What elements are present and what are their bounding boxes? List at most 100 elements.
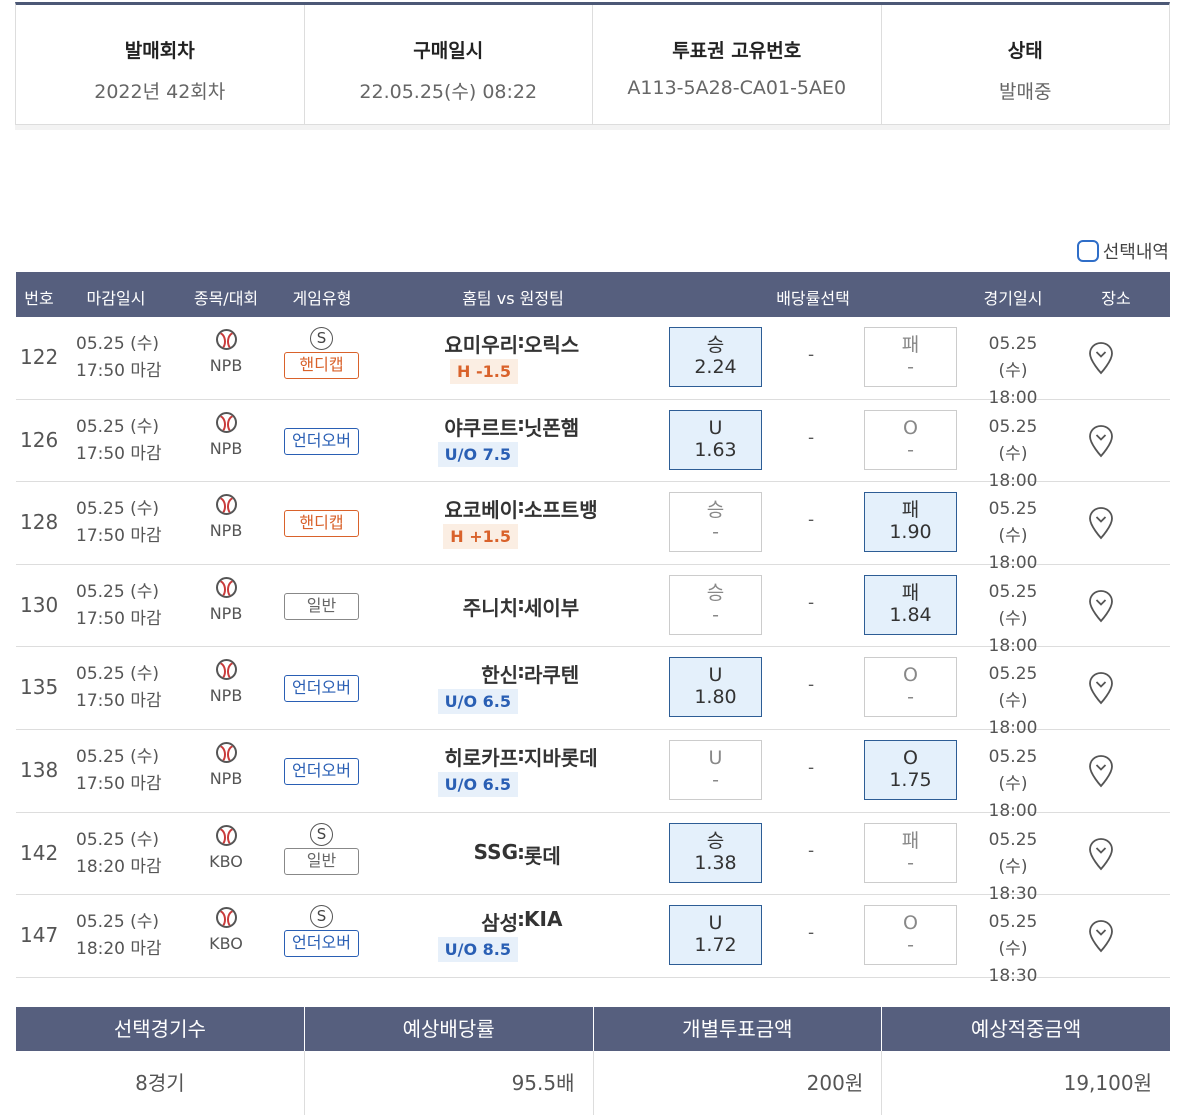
home-team: 히로카프 [444,745,518,770]
summary-body: 8경기 95.5배 200원 19,100원 [16,1051,1170,1115]
col-header-teams: 홈팀 vs 원정팀 [462,289,564,308]
league-label: NPB [209,356,243,375]
league-label: NPB [209,768,243,788]
odds-draw: - [808,840,815,861]
deadline-date: 05.25 (수) [76,499,159,520]
sport-league: NPB [204,576,248,623]
sport-league: NPB [204,741,248,788]
home-team: 야쿠르트 [444,415,518,440]
deadline-time: 17:50 마감 [76,608,162,629]
table-row: 126 05.25 (수) 17:50 마감 NPB 언더오버 야쿠르트: 닛폰햄 U/O 7… [16,400,1170,491]
league-label: NPB [209,603,243,623]
odds-left-button[interactable]: U 1.80 [669,657,762,718]
handicap-label: U/O 6.5 [437,771,518,797]
game-number: 135 [20,675,59,700]
game-number: 128 [20,510,59,535]
game-type-badge: 언더오버 [284,675,359,703]
away-team: 오릭스 [524,333,580,357]
deadline: 05.25 (수) 17:50 마감 [76,496,162,550]
away-team: 롯데 [524,843,561,868]
odds-left-label: 승 [706,829,725,852]
away-team: 닛폰햄 [524,415,580,440]
odds-left-button[interactable]: 승 1.38 [669,822,762,883]
odds-draw: - [808,592,815,613]
game-date: 05.25 (수) [988,829,1038,877]
map-pin-icon[interactable] [1088,671,1114,705]
game-type: 핸디캡 [284,492,359,538]
deadline-date: 05.25 (수) [76,829,159,850]
game-date: 05.25 (수) [988,581,1038,629]
odds-right-button[interactable]: O- [864,657,957,718]
summary-expected-odds: 95.5배 [305,1051,594,1115]
odds-left-label: 승 [706,581,725,604]
info-label: 구매일시 [413,40,484,62]
odds-right-button[interactable]: O 1.75 [864,739,957,800]
odds-right-value: - [907,686,914,709]
odds-left-button[interactable]: U 1.63 [669,409,762,470]
odds-right-value: - [907,934,914,957]
col-header-deadline: 마감일시 [86,289,146,308]
game-type: 언더오버 [284,410,359,455]
deadline-time: 18:20 마감 [76,856,162,877]
odds-right-button[interactable]: 패- [864,822,957,883]
odds-left-label: U [708,746,723,769]
odds-draw: - [808,675,815,696]
odds-left-value: - [712,521,719,544]
deadline: 05.25 (수) 18:20 마감 [76,909,162,963]
map-pin-icon[interactable] [1088,506,1114,540]
game-type-badge: 핸디캡 [284,510,359,538]
info-value: 2022년 42회차 [94,81,226,103]
table-row: 142 05.25 (수) 18:20 마감 KBO S 일반 SSG: 롯데 승 1.38- 패 -… [16,813,1170,904]
odds-right-value: 1.84 [889,603,932,626]
col-header-odds: 배당률선택 [776,289,850,308]
sport-league: NPB [204,494,248,540]
game-date: 05.25 (수) [988,334,1038,381]
game-number: 122 [20,345,59,369]
odds-left-button[interactable]: U- [669,739,762,800]
odds-left-button[interactable]: 승- [669,492,762,553]
select-history-checkbox[interactable] [1076,240,1099,262]
deadline-time: 17:50 마감 [76,526,162,547]
map-pin-icon[interactable] [1088,424,1114,458]
deadline-time: 17:50 마감 [76,773,162,794]
map-pin-icon[interactable] [1088,754,1114,788]
league-label: KBO [209,851,243,871]
odds-right-button[interactable]: 패 1.84 [864,574,957,635]
info-label: 발매회차 [124,40,195,62]
odds-right-label: O [903,912,918,935]
games-table-body: 122 05.25 (수) 17:50 마감 NPB S 핸디캡 요미우리: 오릭스 H -1.… [16,317,1170,986]
summary-header-game-count: 선택경기수 [16,1007,305,1051]
odds-right-button[interactable]: O- [864,409,957,470]
select-history-toggle[interactable]: 선택내역 [1076,238,1169,264]
odds-left-button[interactable]: U 1.72 [669,905,762,966]
map-pin-icon[interactable] [1088,837,1114,871]
special-badge: S [310,327,333,350]
map-pin-icon[interactable] [1088,589,1114,623]
odds-right-label: 패 [901,829,920,852]
away-team: 지바롯데 [524,745,598,770]
game-type-badge: 언더오버 [284,427,359,455]
games-table-header: 번호 마감일시 종목/대회 게임유형 홈팀 vs 원정팀 배당률선택 경기일시 … [16,272,1170,317]
deadline: 05.25 (수) 17:50 마감 [76,661,162,715]
odds-right-value: - [907,438,914,461]
table-row: 147 05.25 (수) 18:20 마감 KBO S 언더오버 삼성: KIA U/O 8.… [16,895,1170,986]
game-type-badge: 언더오버 [284,930,359,958]
game-type: S 핸디캡 [284,327,359,379]
table-row: 135 05.25 (수) 17:50 마감 NPB 언더오버 한신: 라쿠텐 U/O 6.5… [16,647,1170,738]
game-type: 언더오버 [284,740,359,785]
odds-right-button[interactable]: 패- [864,327,957,387]
col-header-location: 장소 [1101,289,1131,308]
map-pin-icon[interactable] [1088,919,1114,953]
table-row: 128 05.25 (수) 17:50 마감 NPB 핸디캡 요코베이: 소프트뱅 H +1.… [16,482,1170,573]
sport-league: NPB [204,329,248,375]
odds-right-button[interactable]: O- [864,905,957,966]
map-pin-icon[interactable] [1088,341,1114,375]
odds-draw: - [808,923,815,944]
odds-right-button[interactable]: 패 1.90 [864,492,957,553]
odds-right-label: O [903,416,918,439]
odds-left-value: 1.72 [694,934,737,957]
odds-left-button[interactable]: 승- [669,574,762,635]
odds-left-button[interactable]: 승 2.24 [669,327,762,387]
info-purchase-date: 구매일시 22.05.25(수) 08:22 [305,5,593,124]
game-date: 05.25 (수) [988,746,1038,794]
